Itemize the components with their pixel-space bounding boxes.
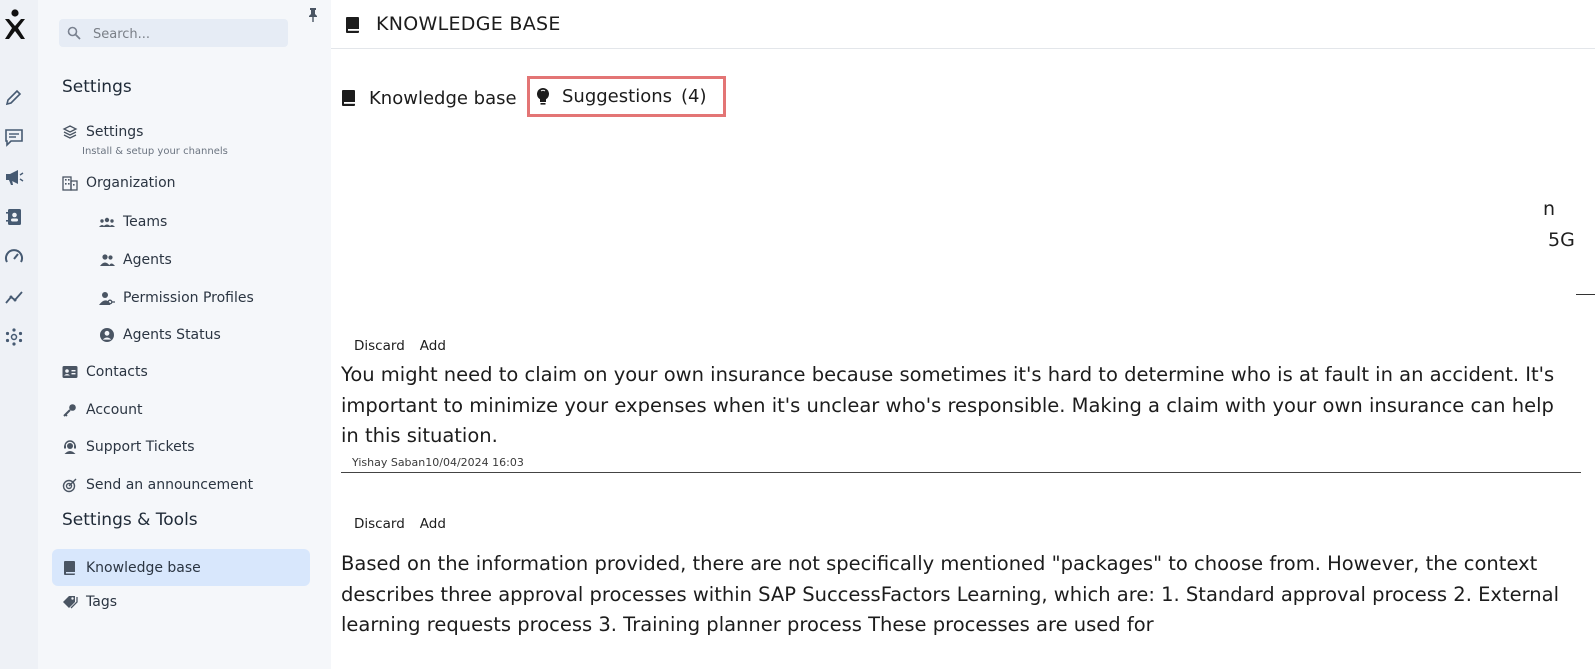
icon-rail bbox=[0, 0, 38, 669]
suggestion-author: Yishay Saban bbox=[352, 456, 426, 469]
sidebar-item-teams[interactable]: Teams bbox=[99, 209, 167, 235]
divider bbox=[1576, 294, 1595, 295]
tab-knowledge-base[interactable]: Knowledge base bbox=[341, 78, 517, 118]
sidebar-item-label: Settings bbox=[86, 124, 144, 140]
suggestions-count: (4) bbox=[681, 86, 707, 107]
search-input[interactable] bbox=[91, 23, 285, 45]
suggestion-timestamp: 10/04/2024 16:03 bbox=[425, 456, 524, 469]
integrations-icon[interactable] bbox=[4, 327, 24, 347]
support-agent-icon bbox=[64, 440, 76, 454]
divider bbox=[341, 472, 1581, 473]
page-title: KNOWLEDGE BASE bbox=[376, 13, 561, 35]
sidebar-item-support-tickets[interactable]: Support Tickets bbox=[62, 434, 195, 460]
add-button[interactable]: Add bbox=[420, 338, 446, 354]
sidebar-item-permission-profiles[interactable]: Permission Profiles bbox=[99, 285, 254, 311]
page-header: KNOWLEDGE BASE bbox=[331, 0, 1595, 49]
discard-button[interactable]: Discard bbox=[354, 516, 405, 532]
contacts-icon[interactable] bbox=[4, 207, 24, 227]
stray-text: 5G bbox=[1548, 229, 1575, 251]
sidebar-item-agents[interactable]: Agents bbox=[99, 247, 172, 273]
search-icon bbox=[67, 26, 81, 40]
sidebar-item-account[interactable]: Account bbox=[62, 397, 143, 423]
book-icon bbox=[64, 560, 75, 575]
main-content: KNOWLEDGE BASE Knowledge base Suggestion… bbox=[331, 0, 1595, 669]
dashboard-icon[interactable] bbox=[4, 247, 24, 267]
lightbulb-icon bbox=[537, 87, 549, 105]
book-icon bbox=[342, 90, 355, 106]
tab-label: Suggestions bbox=[562, 86, 672, 107]
suggestion-text: Based on the information provided, there… bbox=[341, 552, 1559, 636]
settings-subtitle: Install & setup your channels bbox=[82, 146, 228, 157]
layers-icon bbox=[62, 125, 78, 139]
key-icon bbox=[63, 404, 76, 417]
sidebar-item-knowledge-base[interactable]: Knowledge base bbox=[52, 549, 310, 586]
suggestion-actions: Discard Add bbox=[354, 516, 461, 532]
tab-suggestions[interactable]: Suggestions (4) bbox=[527, 76, 726, 117]
account-circle-icon bbox=[100, 328, 114, 342]
team-icon bbox=[99, 217, 115, 227]
sidebar-item-contacts[interactable]: Contacts bbox=[62, 359, 148, 385]
suggestion-actions: Discard Add bbox=[354, 338, 461, 354]
sidebar-item-agents-status[interactable]: Agents Status bbox=[99, 322, 221, 348]
sidebar-item-label: Send an announcement bbox=[86, 477, 254, 493]
pin-icon[interactable] bbox=[306, 7, 320, 23]
logo-icon[interactable] bbox=[2, 6, 30, 42]
sidebar-item-settings[interactable]: Settings bbox=[62, 119, 143, 145]
sidebar-item-label: Teams bbox=[123, 214, 168, 230]
sidebar-item-label: Contacts bbox=[86, 364, 148, 380]
contact-card-icon bbox=[62, 366, 78, 378]
search-box[interactable] bbox=[59, 19, 288, 47]
section-title-settings: Settings bbox=[62, 77, 132, 97]
section-title-settings-tools: Settings & Tools bbox=[62, 510, 198, 530]
agents-icon bbox=[100, 254, 115, 266]
analytics-icon[interactable] bbox=[4, 287, 24, 307]
user-key-icon bbox=[99, 292, 115, 305]
target-icon bbox=[62, 478, 77, 493]
settings-sidebar: Settings Settings Install & setup your c… bbox=[38, 0, 331, 669]
stray-text: n bbox=[1543, 198, 1556, 220]
pencil-icon[interactable] bbox=[4, 87, 24, 107]
tab-label: Knowledge base bbox=[369, 87, 517, 109]
sidebar-item-label: Knowledge base bbox=[86, 559, 201, 576]
sidebar-item-label: Permission Profiles bbox=[123, 290, 254, 306]
chat-icon[interactable] bbox=[4, 127, 24, 147]
sidebar-item-tags[interactable]: Tags bbox=[62, 589, 117, 615]
sidebar-item-label: Organization bbox=[86, 175, 176, 191]
add-button[interactable]: Add bbox=[420, 516, 446, 532]
sidebar-item-label: Support Tickets bbox=[86, 439, 195, 455]
sidebar-item-send-announcement[interactable]: Send an announcement bbox=[62, 472, 253, 498]
building-icon bbox=[62, 176, 78, 191]
megaphone-icon[interactable] bbox=[4, 167, 24, 187]
sidebar-item-organization[interactable]: Organization bbox=[62, 170, 176, 196]
book-icon bbox=[346, 17, 359, 33]
sidebar-item-label: Agents bbox=[123, 252, 172, 268]
suggestion-meta: Yishay Saban10/04/2024 16:03 bbox=[352, 456, 524, 469]
sidebar-item-label: Account bbox=[86, 402, 143, 418]
sidebar-item-label: Tags bbox=[86, 594, 117, 610]
suggestion-text: You might need to claim on your own insu… bbox=[341, 363, 1555, 447]
tags-icon bbox=[63, 596, 78, 609]
sidebar-item-label: Agents Status bbox=[123, 327, 221, 343]
discard-button[interactable]: Discard bbox=[354, 338, 405, 354]
